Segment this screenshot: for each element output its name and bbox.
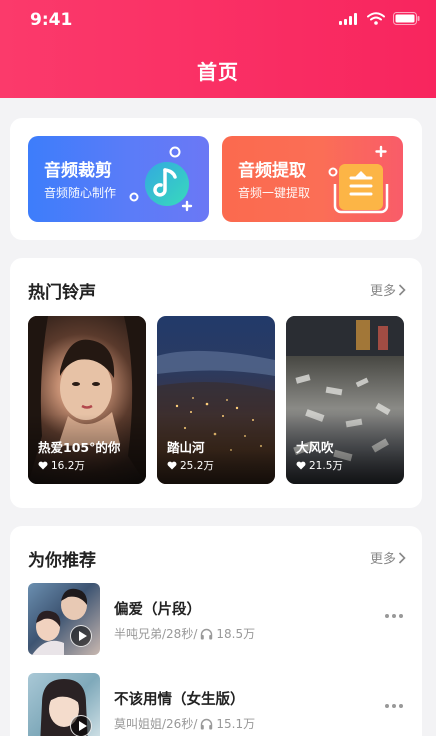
heart-icon — [296, 461, 306, 470]
audio-extract-icon — [328, 145, 389, 214]
music-note-cut-icon — [129, 146, 193, 212]
play-icon — [70, 715, 92, 736]
song-title: 不该用情（女生版） — [114, 692, 245, 708]
ringtone-name: 大风吹 — [296, 440, 334, 455]
play-count: 18.5万 — [216, 627, 256, 641]
list-item[interactable]: 不该用情（女生版） 莫叫姐姐/26秒/ 15.1万 — [28, 673, 404, 736]
likes-count: 16.2万 — [51, 460, 85, 472]
tool-title: 音频裁剪 — [44, 161, 112, 181]
song-meta: 莫叫姐姐/26秒/ 15.1万 — [114, 715, 255, 732]
hot-ringtones-card: 热门铃声 更多 热爱105°的你 16.2万 踏山河 25.2万 大风吹 21.… — [10, 258, 422, 508]
ringtones-more-link[interactable]: 更多 — [370, 280, 406, 299]
ringtone-name: 踏山河 — [167, 440, 205, 455]
more-options-icon[interactable] — [384, 703, 404, 709]
ringtone-likes: 25.2万 — [167, 458, 214, 473]
likes-count: 25.2万 — [180, 460, 214, 472]
tool-subtitle: 音频一键提取 — [238, 186, 311, 200]
more-options-icon[interactable] — [384, 613, 404, 619]
headphones-icon — [201, 628, 213, 639]
status-icons — [339, 12, 420, 25]
artist-duration: 莫叫姐姐/26秒/ — [114, 717, 198, 731]
tool-title: 音频提取 — [238, 161, 306, 181]
ringtone-card[interactable]: 大风吹 21.5万 — [286, 316, 404, 484]
status-bar: 9:41 — [0, 0, 436, 40]
song-cover — [28, 583, 100, 655]
chevron-right-icon — [398, 551, 406, 564]
chevron-right-icon — [398, 283, 406, 296]
headphones-icon — [201, 718, 213, 729]
signal-icon — [339, 12, 357, 25]
more-label: 更多 — [369, 284, 396, 299]
recommend-more-link[interactable]: 更多 — [370, 548, 406, 567]
play-icon — [70, 625, 92, 647]
page-title: 首页 — [197, 60, 239, 84]
audio-trim-button[interactable]: 音频裁剪 音频随心制作 — [28, 136, 209, 222]
more-label: 更多 — [369, 552, 396, 567]
ringtone-card[interactable]: 踏山河 25.2万 — [157, 316, 275, 484]
song-meta: 半吨兄弟/28秒/ 18.5万 — [114, 625, 255, 642]
song-title: 偏爱（片段） — [114, 602, 201, 618]
tool-subtitle: 音频随心制作 — [44, 186, 117, 200]
play-count: 15.1万 — [216, 717, 256, 731]
heart-icon — [38, 461, 48, 470]
ringtone-likes: 21.5万 — [296, 458, 343, 473]
heart-icon — [167, 461, 177, 470]
ringtone-card[interactable]: 热爱105°的你 16.2万 — [28, 316, 146, 484]
wifi-icon — [367, 12, 385, 25]
list-item[interactable]: 偏爱（片段） 半吨兄弟/28秒/ 18.5万 — [28, 583, 404, 655]
ringtone-likes: 16.2万 — [38, 458, 85, 473]
song-cover — [28, 673, 100, 736]
section-title: 为你推荐 — [28, 551, 96, 571]
ringtone-name: 热爱105°的你 — [38, 440, 121, 455]
battery-icon — [393, 12, 420, 25]
recommend-card: 为你推荐 更多 偏爱（片段） 半吨兄弟/28秒/ 18.5万 不该用情（女生版）… — [10, 526, 422, 736]
song-cover-image — [32, 588, 88, 655]
section-title: 热门铃声 — [28, 283, 96, 303]
status-time: 9:41 — [30, 10, 73, 30]
likes-count: 21.5万 — [309, 460, 343, 472]
tools-card: 音频裁剪 音频随心制作 音频提取 音频一键提取 — [10, 118, 422, 240]
app-header: 9:41 首页 — [0, 0, 436, 98]
artist-duration: 半吨兄弟/28秒/ — [114, 627, 198, 641]
audio-extract-button[interactable]: 音频提取 音频一键提取 — [222, 136, 403, 222]
